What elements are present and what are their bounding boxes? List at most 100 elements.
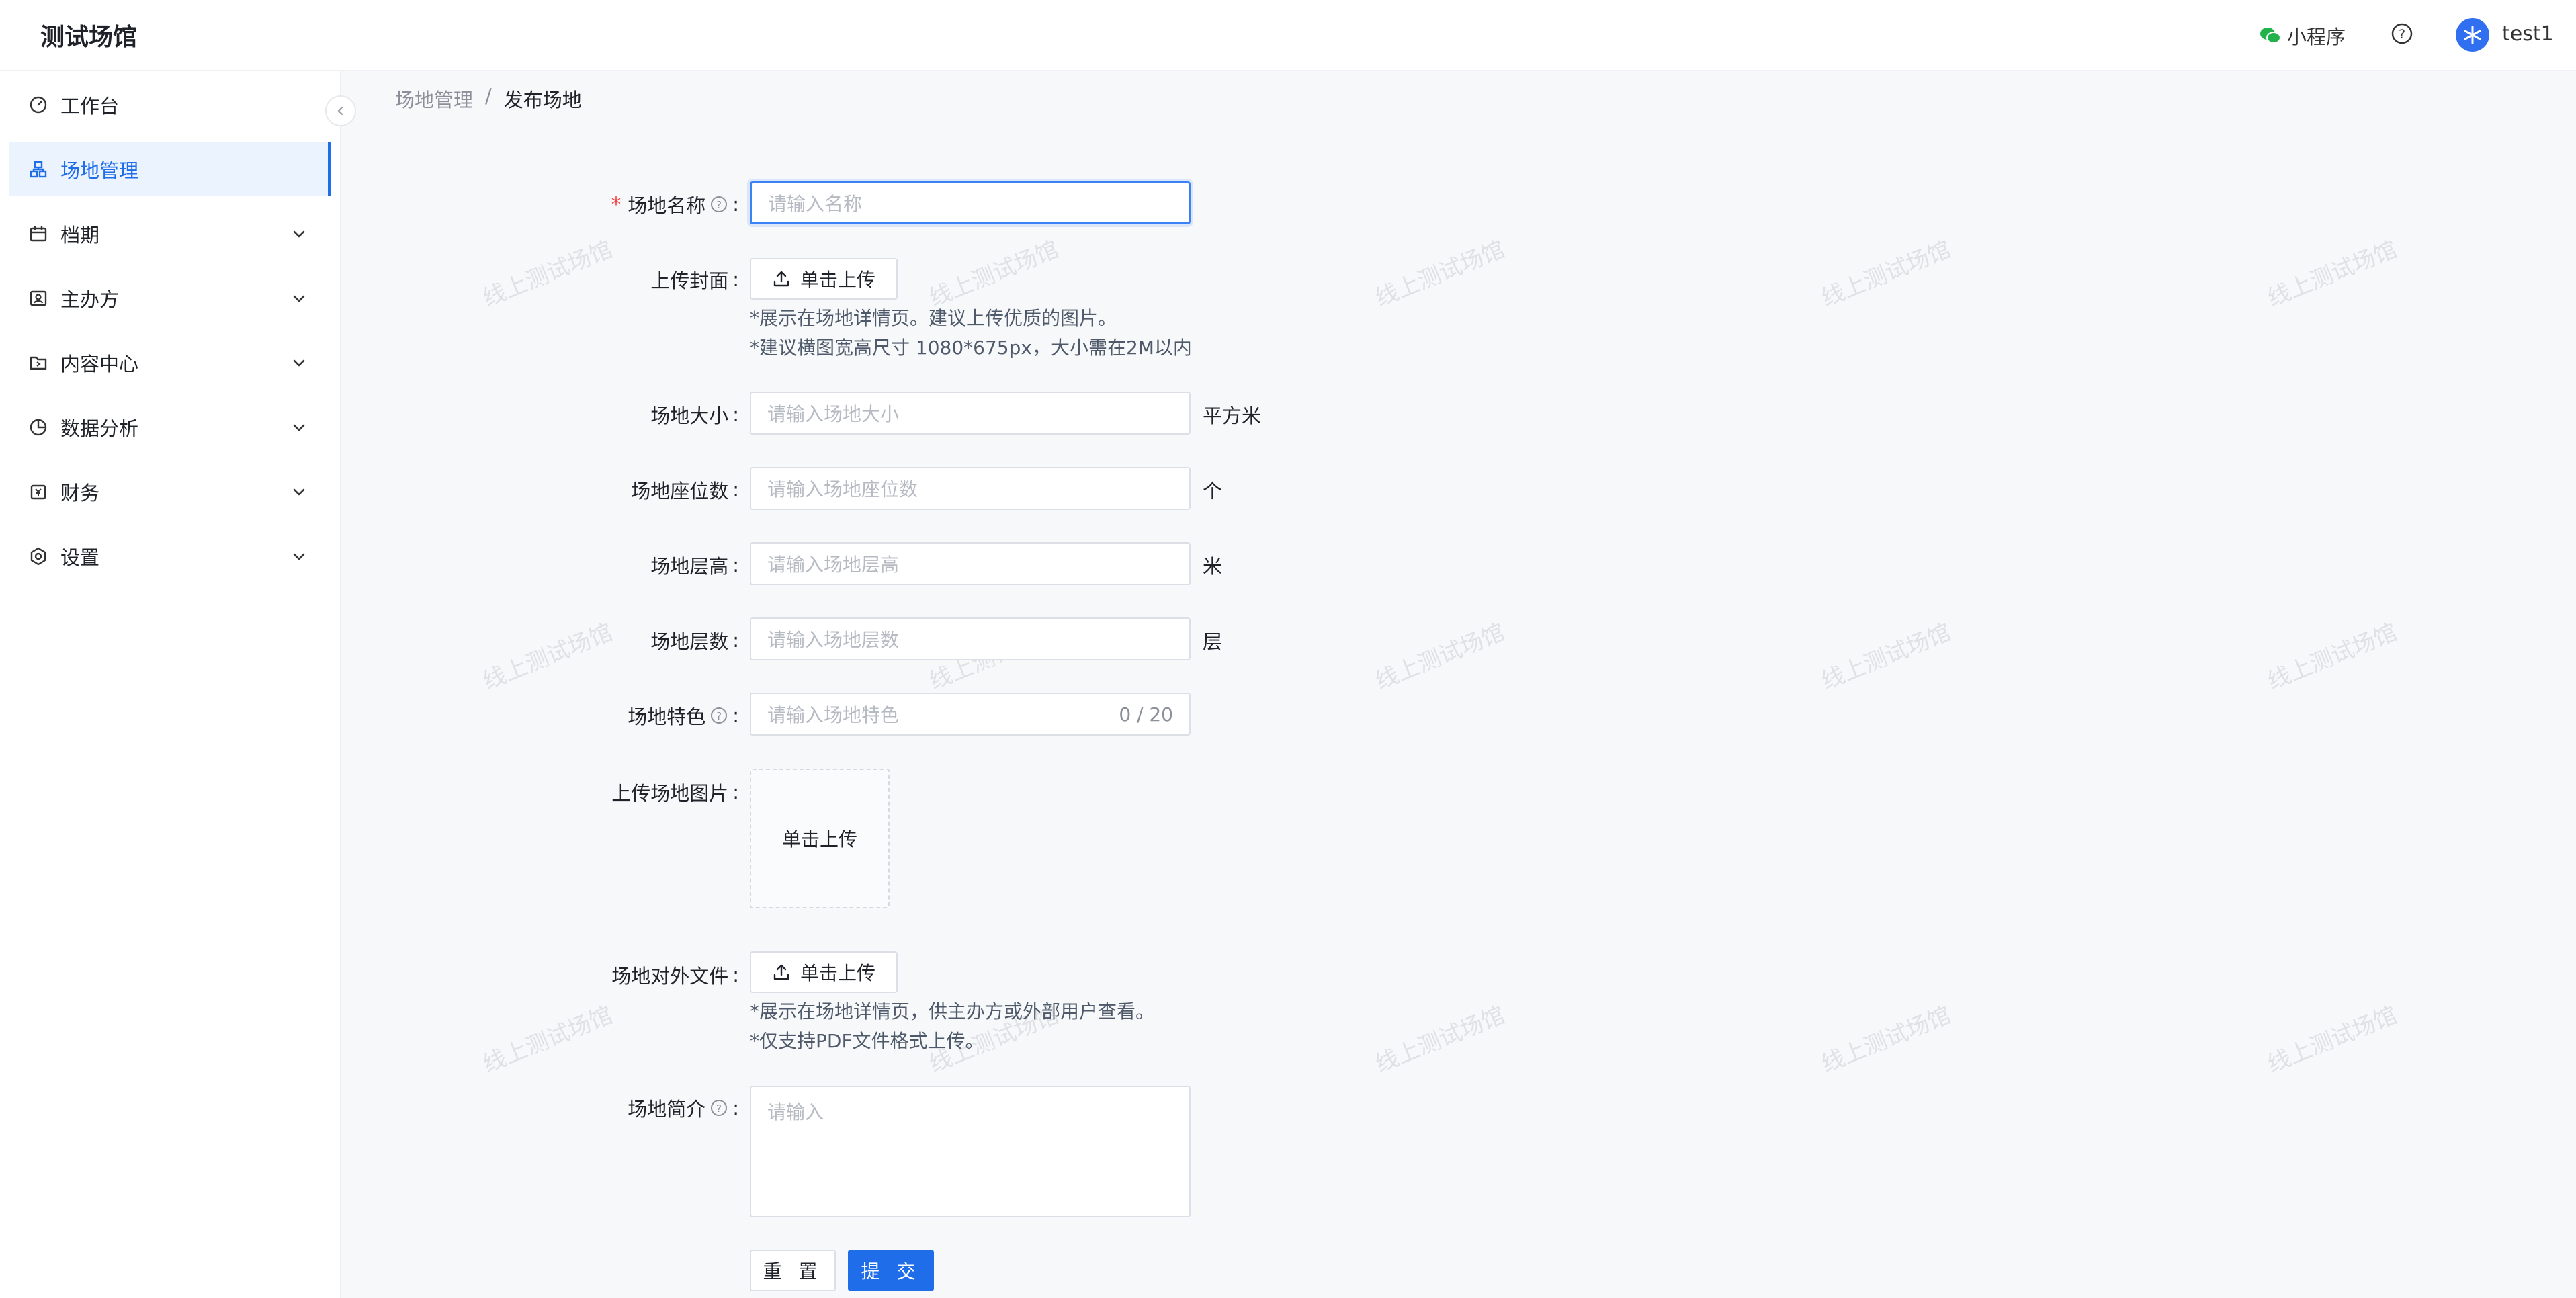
watermark: 线上测试场馆 <box>2264 1001 2401 1078</box>
cover-label: 上传封面 : <box>403 265 739 294</box>
mini-program-link[interactable]: 小程序 <box>2259 21 2346 50</box>
submit-button[interactable]: 提 交 <box>848 1250 934 1291</box>
sidebar: 工作台 场地管理 档期 主办方 内容中心 数据分析 财务 设置 <box>0 71 341 1298</box>
sidebar-item-venue-management[interactable]: 场地管理 <box>9 142 331 196</box>
label-colon: : <box>732 403 739 426</box>
files-upload-button[interactable]: 单击上传 <box>750 951 898 993</box>
folder-icon <box>28 353 48 373</box>
sidebar-item-label: 财务 <box>60 482 100 505</box>
seats-label: 场地座位数 : <box>403 476 739 504</box>
venue-size-input[interactable]: 请输入场地大小 <box>750 392 1191 435</box>
files-label-text: 场地对外文件 <box>611 965 729 988</box>
sidebar-item-content-center[interactable]: 内容中心 <box>9 336 331 390</box>
floors-label-text: 场地层数 <box>650 630 729 653</box>
sidebar-item-label: 设置 <box>60 546 100 569</box>
seats-label-text: 场地座位数 <box>631 480 729 503</box>
watermark: 线上测试场馆 <box>925 235 1063 312</box>
upload-icon <box>773 271 789 287</box>
floors-label: 场地层数 : <box>403 626 739 654</box>
sidebar-item-label: 主办方 <box>60 288 120 311</box>
intro-label-text: 场地简介 <box>628 1098 706 1121</box>
images-label: 上传场地图片 : <box>403 778 739 806</box>
venue-intro-placeholder: 请输入 <box>767 1101 824 1123</box>
question-circle-icon[interactable]: ? <box>710 1098 728 1117</box>
height-label-text: 场地层高 <box>650 555 729 578</box>
watermark: 线上测试场馆 <box>1371 618 1509 695</box>
sidebar-item-dashboard[interactable]: 工作台 <box>9 78 331 132</box>
venue-floors-placeholder: 请输入场地层数 <box>767 629 900 651</box>
label-colon: : <box>732 554 739 576</box>
label-colon: : <box>732 963 739 986</box>
venue-seats-placeholder: 请输入场地座位数 <box>767 478 918 501</box>
breadcrumb: 场地管理 / 发布场地 <box>395 85 582 113</box>
chevron-down-icon <box>293 359 305 367</box>
venue-images-upload-box[interactable]: 单击上传 <box>750 769 890 908</box>
username[interactable]: test1 <box>2502 22 2554 46</box>
pie-chart-icon <box>28 417 48 437</box>
venue-icon <box>28 159 48 179</box>
sidebar-item-settings[interactable]: 设置 <box>9 529 331 583</box>
venue-intro-textarea[interactable]: 请输入 <box>750 1086 1191 1217</box>
top-header: 测试场馆 小程序 ? test1 <box>0 0 2576 71</box>
venue-feature-input[interactable]: 请输入场地特色 0 / 20 <box>750 693 1191 736</box>
sidebar-item-finance[interactable]: 财务 <box>9 465 331 519</box>
avatar[interactable] <box>2456 18 2489 52</box>
venue-feature-placeholder: 请输入场地特色 <box>767 704 900 726</box>
breadcrumb-parent[interactable]: 场地管理 <box>395 85 473 113</box>
char-counter: 0 / 20 <box>1119 703 1173 726</box>
venue-seats-input[interactable]: 请输入场地座位数 <box>750 467 1191 510</box>
feature-label: 场地特色 ? : <box>403 701 739 730</box>
sidebar-item-organizer[interactable]: 主办方 <box>9 271 331 325</box>
reset-button[interactable]: 重 置 <box>750 1250 836 1291</box>
cover-upload-label: 单击上传 <box>800 269 875 291</box>
venue-name-input[interactable]: 请输入名称 <box>750 181 1191 224</box>
svg-text:?: ? <box>716 1102 722 1115</box>
name-label: * 场地名称 ? : <box>403 190 739 218</box>
sidebar-item-data-analysis[interactable]: 数据分析 <box>9 400 331 454</box>
question-circle-icon[interactable]: ? <box>710 706 728 725</box>
cover-label-text: 上传封面 <box>650 269 729 292</box>
size-unit: 平方米 <box>1203 404 1262 427</box>
sidebar-item-schedule[interactable]: 档期 <box>9 207 331 261</box>
files-hint-1: *展示在场地详情页，供主办方或外部用户查看。 <box>750 1000 1155 1023</box>
height-label: 场地层高 : <box>403 551 739 579</box>
files-upload-label: 单击上传 <box>800 962 875 984</box>
venue-height-input[interactable]: 请输入场地层高 <box>750 542 1191 585</box>
cover-hint-1: *展示在场地详情页。建议上传优质的图片。 <box>750 307 1117 329</box>
upload-icon <box>773 964 789 980</box>
breadcrumb-separator: / <box>485 85 492 107</box>
label-colon: : <box>732 268 739 291</box>
label-colon: : <box>732 629 739 652</box>
label-colon: : <box>732 478 739 501</box>
sidebar-item-label: 内容中心 <box>60 353 139 376</box>
wechat-icon <box>2260 28 2281 44</box>
chevron-left-icon <box>337 106 343 116</box>
venue-size-placeholder: 请输入场地大小 <box>767 403 900 425</box>
help-icon[interactable]: ? <box>2391 22 2413 45</box>
sidebar-collapse-button[interactable] <box>325 95 356 126</box>
organizer-icon <box>28 288 48 308</box>
images-upload-label: 单击上传 <box>781 828 857 851</box>
venue-floors-input[interactable]: 请输入场地层数 <box>750 617 1191 660</box>
question-circle-icon[interactable]: ? <box>710 195 728 214</box>
settings-icon <box>28 546 48 566</box>
images-label-text: 上传场地图片 <box>611 782 729 805</box>
chevron-down-icon <box>293 424 305 431</box>
chevron-down-icon <box>293 488 305 496</box>
svg-text:?: ? <box>716 199 722 211</box>
label-colon: : <box>732 193 739 216</box>
size-label: 场地大小 : <box>403 400 739 429</box>
intro-label: 场地简介 ? : <box>403 1094 739 1122</box>
cover-upload-button[interactable]: 单击上传 <box>750 258 898 300</box>
finance-icon <box>28 482 48 502</box>
feature-label-text: 场地特色 <box>628 705 706 728</box>
svg-text:?: ? <box>716 710 722 722</box>
label-colon: : <box>732 1096 739 1119</box>
watermark: 线上测试场馆 <box>1371 1001 1509 1078</box>
calendar-icon <box>28 224 48 244</box>
name-label-text: 场地名称 <box>628 194 706 217</box>
sidebar-item-label: 场地管理 <box>60 159 139 182</box>
label-colon: : <box>732 704 739 727</box>
watermark: 线上测试场馆 <box>479 1001 617 1078</box>
seats-unit: 个 <box>1203 480 1223 503</box>
